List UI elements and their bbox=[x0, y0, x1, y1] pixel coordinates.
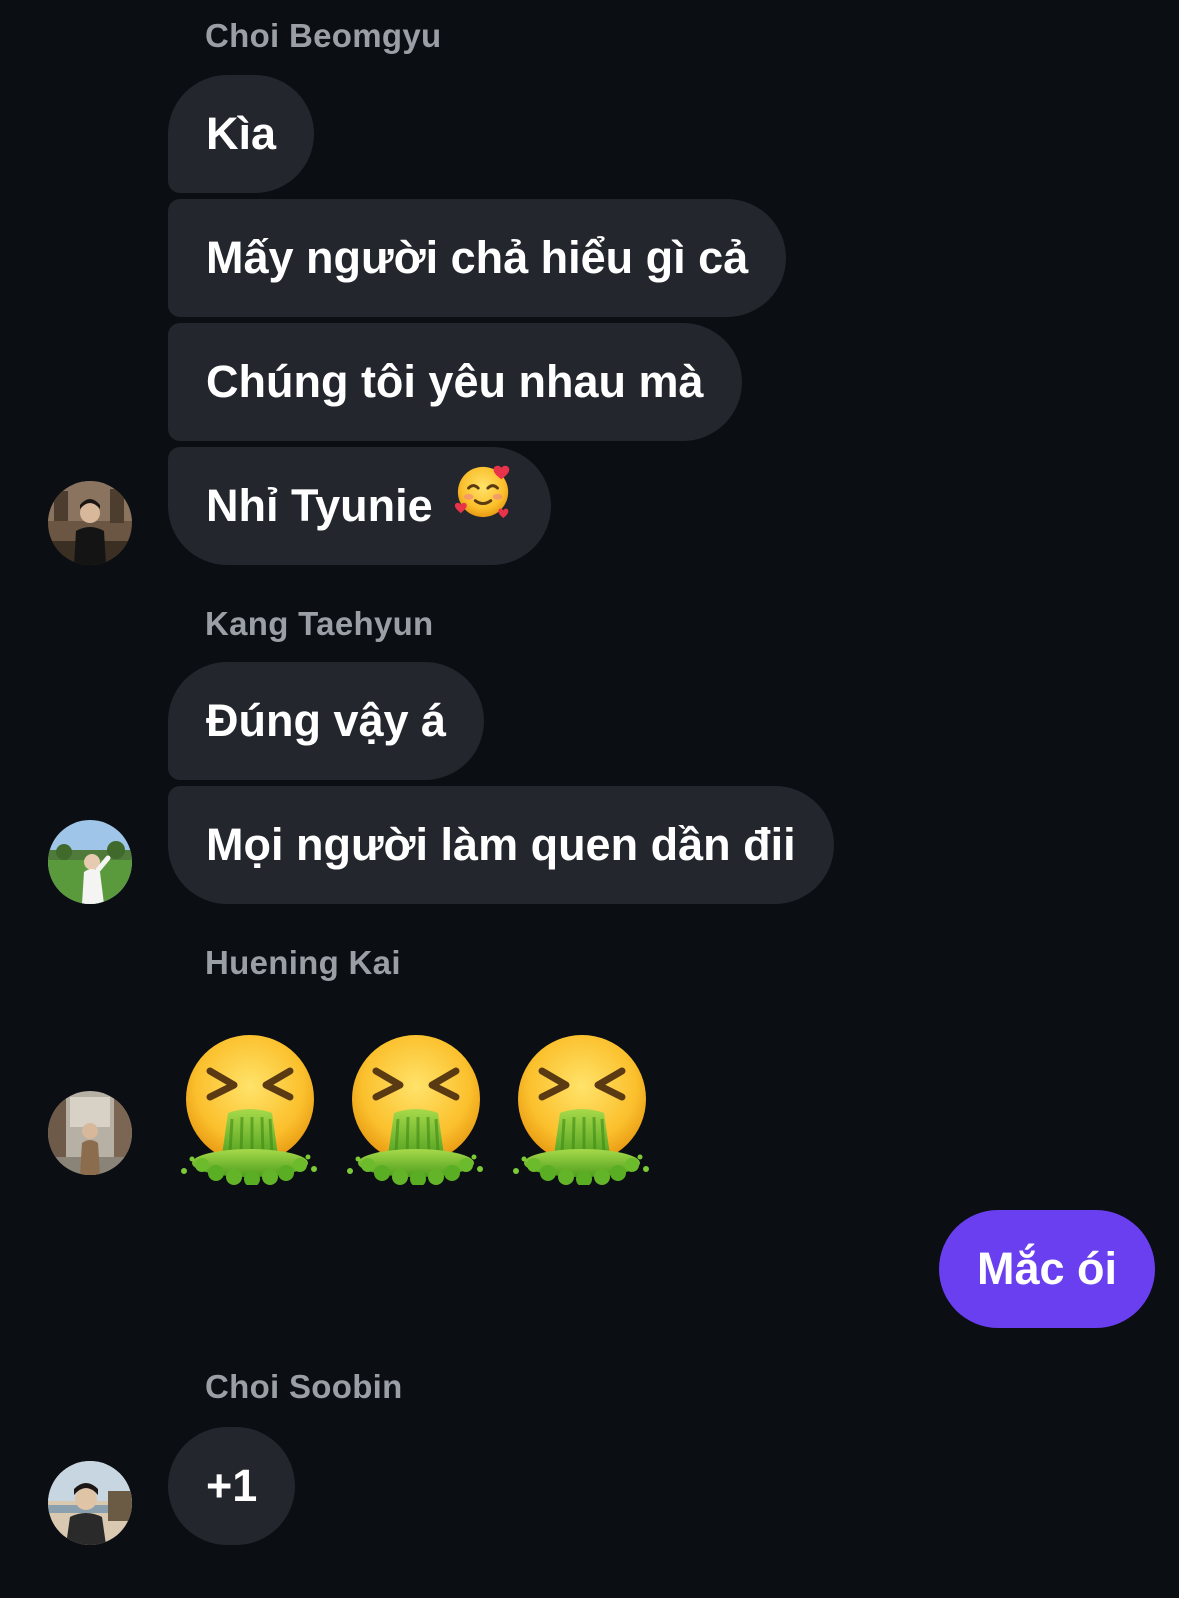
message-text: Mắc ói bbox=[976, 1243, 1117, 1294]
message-bubble[interactable]: Mọi người làm quen dần đii bbox=[168, 786, 834, 904]
smiling-face-with-hearts-icon bbox=[455, 446, 513, 564]
message-bubble[interactable]: Nhỉ Tyunie bbox=[168, 446, 552, 565]
message-text: Chúng tôi yêu nhau mà bbox=[206, 356, 704, 407]
sender-name-taehyun: Kang Taehyun bbox=[205, 605, 434, 642]
face-vomiting-icon bbox=[512, 1035, 652, 1185]
chat-thread: Choi Beomgyu Kìa Mấy người chả hiểu gì c… bbox=[0, 0, 1179, 1598]
message-text: Kìa bbox=[206, 108, 277, 159]
outgoing-message-bubble[interactable]: Mắc ói bbox=[938, 1210, 1155, 1328]
message-text: Mọi người làm quen dần đii bbox=[206, 819, 796, 870]
sender-name-beomgyu: Choi Beomgyu bbox=[205, 17, 442, 54]
message-bubble[interactable]: Chúng tôi yêu nhau mà bbox=[168, 323, 742, 441]
sender-name-kai: Huening Kai bbox=[205, 944, 401, 981]
message-text: Đúng vậy á bbox=[206, 695, 447, 746]
face-vomiting-icon bbox=[346, 1035, 486, 1185]
sender-name-soobin: Choi Soobin bbox=[205, 1368, 403, 1405]
taehyun-avatar[interactable] bbox=[48, 820, 132, 904]
message-text: Nhỉ Tyunie bbox=[206, 480, 433, 531]
message-text: +1 bbox=[206, 1460, 258, 1511]
face-vomiting-icon bbox=[180, 1035, 320, 1185]
kai-avatar[interactable] bbox=[48, 1091, 132, 1175]
message-bubble[interactable]: Kìa bbox=[168, 75, 315, 193]
soobin-avatar[interactable] bbox=[48, 1461, 132, 1545]
message-bubble[interactable]: Đúng vậy á bbox=[168, 662, 485, 780]
beomgyu-avatar[interactable] bbox=[48, 481, 132, 565]
message-text: Mấy người chả hiểu gì cả bbox=[206, 232, 749, 283]
message-bubble[interactable]: +1 bbox=[168, 1427, 296, 1545]
message-bubble[interactable]: Mấy người chả hiểu gì cả bbox=[168, 199, 787, 317]
